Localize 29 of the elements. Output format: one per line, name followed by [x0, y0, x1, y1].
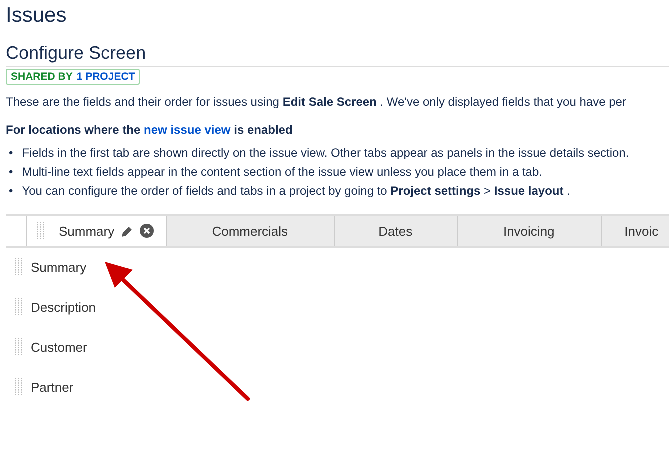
tab[interactable]: Invoic: [602, 216, 669, 246]
notice-text: For locations where the new issue view is enabled: [6, 123, 294, 137]
screen-title: Configure Screen: [6, 43, 669, 67]
page-title: Issues: [6, 4, 68, 28]
description-text: These are the fields and their order for issues using Edit Sale Screen . We've only displayed fields that you have per: [6, 95, 628, 109]
drag-handle-icon[interactable]: [15, 338, 23, 356]
tab[interactable]: Summary: [26, 216, 167, 246]
tab[interactable]: Invoicing: [458, 216, 602, 246]
field-label[interactable]: Summary: [31, 260, 87, 274]
field-label[interactable]: Customer: [31, 340, 88, 354]
field-label[interactable]: Description: [31, 300, 96, 314]
drag-handle-icon[interactable]: [37, 222, 45, 240]
pencil-icon[interactable]: [120, 224, 134, 238]
drag-handle-icon[interactable]: [15, 298, 23, 316]
drag-handle-icon[interactable]: [15, 258, 23, 276]
bullet-marker: •: [9, 165, 14, 179]
drag-handle-icon[interactable]: [15, 378, 23, 396]
tab[interactable]: Dates: [334, 216, 458, 246]
tab[interactable]: Commercials: [166, 216, 335, 246]
bullet-marker: •: [9, 184, 14, 198]
bullet-text: Multi-line text fields appear in the content section of the issue view unless you place them in a tab.: [22, 165, 542, 179]
field-label[interactable]: Partner: [31, 380, 74, 394]
issue-view-link[interactable]: new issue view: [144, 123, 231, 137]
bullet-text: You can configure the order of fields and tabs in a project by going to Project settings > Issue layout .: [22, 184, 570, 198]
badge-label: SHARED BY: [11, 71, 73, 83]
close-icon[interactable]: [140, 224, 154, 238]
project-link[interactable]: 1 PROJECT: [76, 71, 136, 83]
bullet-text: Fields in the first tab are shown directly on the issue view. Other tabs appear as panels in the issue details section.: [22, 146, 630, 160]
bullet-marker: •: [9, 146, 14, 160]
